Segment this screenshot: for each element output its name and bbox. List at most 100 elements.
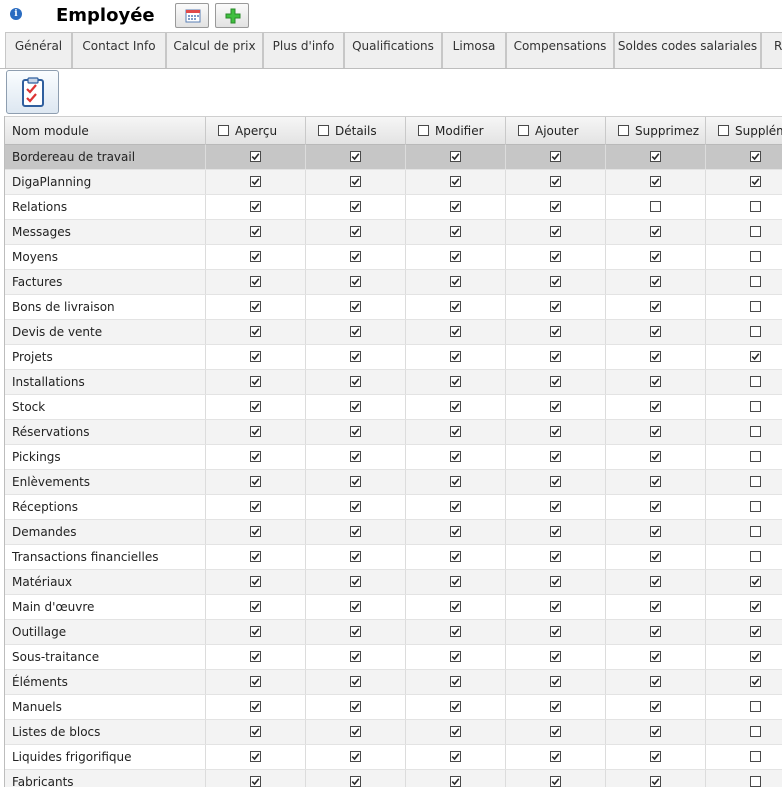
modifier-checkbox[interactable] bbox=[450, 726, 461, 737]
details-checkbox[interactable] bbox=[350, 776, 361, 787]
modifier-checkbox[interactable] bbox=[450, 526, 461, 537]
supplementaire-checkbox[interactable] bbox=[750, 601, 761, 612]
supplementaire-checkbox[interactable] bbox=[750, 701, 761, 712]
table-row[interactable]: Demandes bbox=[5, 520, 782, 545]
ajouter-checkbox[interactable] bbox=[550, 176, 561, 187]
modifier-checkbox[interactable] bbox=[450, 301, 461, 312]
modifier-checkbox[interactable] bbox=[450, 226, 461, 237]
supprimez-checkbox[interactable] bbox=[650, 576, 661, 587]
select-all-checkbox[interactable] bbox=[518, 125, 529, 136]
supprimez-checkbox[interactable] bbox=[650, 776, 661, 787]
supplementaire-checkbox[interactable] bbox=[750, 301, 761, 312]
supprimez-checkbox[interactable] bbox=[650, 376, 661, 387]
modifier-checkbox[interactable] bbox=[450, 501, 461, 512]
supplementaire-checkbox[interactable] bbox=[750, 476, 761, 487]
supprimez-checkbox[interactable] bbox=[650, 201, 661, 212]
table-row[interactable]: Transactions financielles bbox=[5, 545, 782, 570]
modifier-checkbox[interactable] bbox=[450, 176, 461, 187]
details-checkbox[interactable] bbox=[350, 276, 361, 287]
supplementaire-checkbox[interactable] bbox=[750, 151, 761, 162]
table-row[interactable]: Devis de vente bbox=[5, 320, 782, 345]
table-row[interactable]: DigaPlanning bbox=[5, 170, 782, 195]
apercu-checkbox[interactable] bbox=[250, 651, 261, 662]
supplementaire-checkbox[interactable] bbox=[750, 526, 761, 537]
select-all-checkbox[interactable] bbox=[718, 125, 729, 136]
ajouter-checkbox[interactable] bbox=[550, 426, 561, 437]
table-row[interactable]: Matériaux bbox=[5, 570, 782, 595]
column-header-details[interactable]: Détails bbox=[306, 117, 406, 145]
modifier-checkbox[interactable] bbox=[450, 676, 461, 687]
details-checkbox[interactable] bbox=[350, 601, 361, 612]
details-checkbox[interactable] bbox=[350, 176, 361, 187]
ajouter-checkbox[interactable] bbox=[550, 651, 561, 662]
modifier-checkbox[interactable] bbox=[450, 601, 461, 612]
modifier-checkbox[interactable] bbox=[450, 551, 461, 562]
apercu-checkbox[interactable] bbox=[250, 176, 261, 187]
table-row[interactable]: Factures bbox=[5, 270, 782, 295]
column-header-supprimez[interactable]: Supprimez bbox=[606, 117, 706, 145]
column-header-nom-module[interactable]: Nom module bbox=[5, 117, 206, 145]
apercu-checkbox[interactable] bbox=[250, 151, 261, 162]
table-row[interactable]: Bons de livraison bbox=[5, 295, 782, 320]
apercu-checkbox[interactable] bbox=[250, 376, 261, 387]
supprimez-checkbox[interactable] bbox=[650, 626, 661, 637]
modifier-checkbox[interactable] bbox=[450, 276, 461, 287]
ajouter-checkbox[interactable] bbox=[550, 776, 561, 787]
ajouter-checkbox[interactable] bbox=[550, 376, 561, 387]
ajouter-checkbox[interactable] bbox=[550, 526, 561, 537]
details-checkbox[interactable] bbox=[350, 576, 361, 587]
supprimez-checkbox[interactable] bbox=[650, 476, 661, 487]
modifier-checkbox[interactable] bbox=[450, 376, 461, 387]
ajouter-checkbox[interactable] bbox=[550, 201, 561, 212]
details-checkbox[interactable] bbox=[350, 676, 361, 687]
table-row[interactable]: Relations bbox=[5, 195, 782, 220]
supplementaire-checkbox[interactable] bbox=[750, 576, 761, 587]
table-row[interactable]: Pickings bbox=[5, 445, 782, 470]
apercu-checkbox[interactable] bbox=[250, 551, 261, 562]
column-header-modifier[interactable]: Modifier bbox=[406, 117, 506, 145]
tab-qualifications[interactable]: Qualifications bbox=[344, 32, 442, 68]
column-header-supplementaire[interactable]: Supplém bbox=[706, 117, 782, 145]
ajouter-checkbox[interactable] bbox=[550, 551, 561, 562]
table-row[interactable]: Éléments bbox=[5, 670, 782, 695]
table-row[interactable]: Installations bbox=[5, 370, 782, 395]
apercu-checkbox[interactable] bbox=[250, 476, 261, 487]
ajouter-checkbox[interactable] bbox=[550, 476, 561, 487]
supprimez-checkbox[interactable] bbox=[650, 526, 661, 537]
details-checkbox[interactable] bbox=[350, 351, 361, 362]
ajouter-checkbox[interactable] bbox=[550, 451, 561, 462]
ajouter-checkbox[interactable] bbox=[550, 276, 561, 287]
apercu-checkbox[interactable] bbox=[250, 776, 261, 787]
select-all-checkbox[interactable] bbox=[618, 125, 629, 136]
modifier-checkbox[interactable] bbox=[450, 751, 461, 762]
tab-limosa[interactable]: Limosa bbox=[442, 32, 506, 68]
modifier-checkbox[interactable] bbox=[450, 351, 461, 362]
details-checkbox[interactable] bbox=[350, 226, 361, 237]
details-checkbox[interactable] bbox=[350, 451, 361, 462]
calendar-button[interactable] bbox=[175, 3, 209, 28]
apercu-checkbox[interactable] bbox=[250, 701, 261, 712]
supplementaire-checkbox[interactable] bbox=[750, 751, 761, 762]
ajouter-checkbox[interactable] bbox=[550, 501, 561, 512]
supprimez-checkbox[interactable] bbox=[650, 176, 661, 187]
modifier-checkbox[interactable] bbox=[450, 426, 461, 437]
supplementaire-checkbox[interactable] bbox=[750, 276, 761, 287]
details-checkbox[interactable] bbox=[350, 301, 361, 312]
table-row[interactable]: Réceptions bbox=[5, 495, 782, 520]
modifier-checkbox[interactable] bbox=[450, 576, 461, 587]
supplementaire-checkbox[interactable] bbox=[750, 676, 761, 687]
ajouter-checkbox[interactable] bbox=[550, 751, 561, 762]
modifier-checkbox[interactable] bbox=[450, 651, 461, 662]
apercu-checkbox[interactable] bbox=[250, 351, 261, 362]
table-row[interactable]: Fabricants bbox=[5, 770, 782, 787]
apercu-checkbox[interactable] bbox=[250, 751, 261, 762]
supprimez-checkbox[interactable] bbox=[650, 326, 661, 337]
supprimez-checkbox[interactable] bbox=[650, 726, 661, 737]
column-header-apercu[interactable]: Aperçu bbox=[206, 117, 306, 145]
details-checkbox[interactable] bbox=[350, 426, 361, 437]
table-row[interactable]: Enlèvements bbox=[5, 470, 782, 495]
details-checkbox[interactable] bbox=[350, 251, 361, 262]
modifier-checkbox[interactable] bbox=[450, 201, 461, 212]
supplementaire-checkbox[interactable] bbox=[750, 651, 761, 662]
ajouter-checkbox[interactable] bbox=[550, 601, 561, 612]
